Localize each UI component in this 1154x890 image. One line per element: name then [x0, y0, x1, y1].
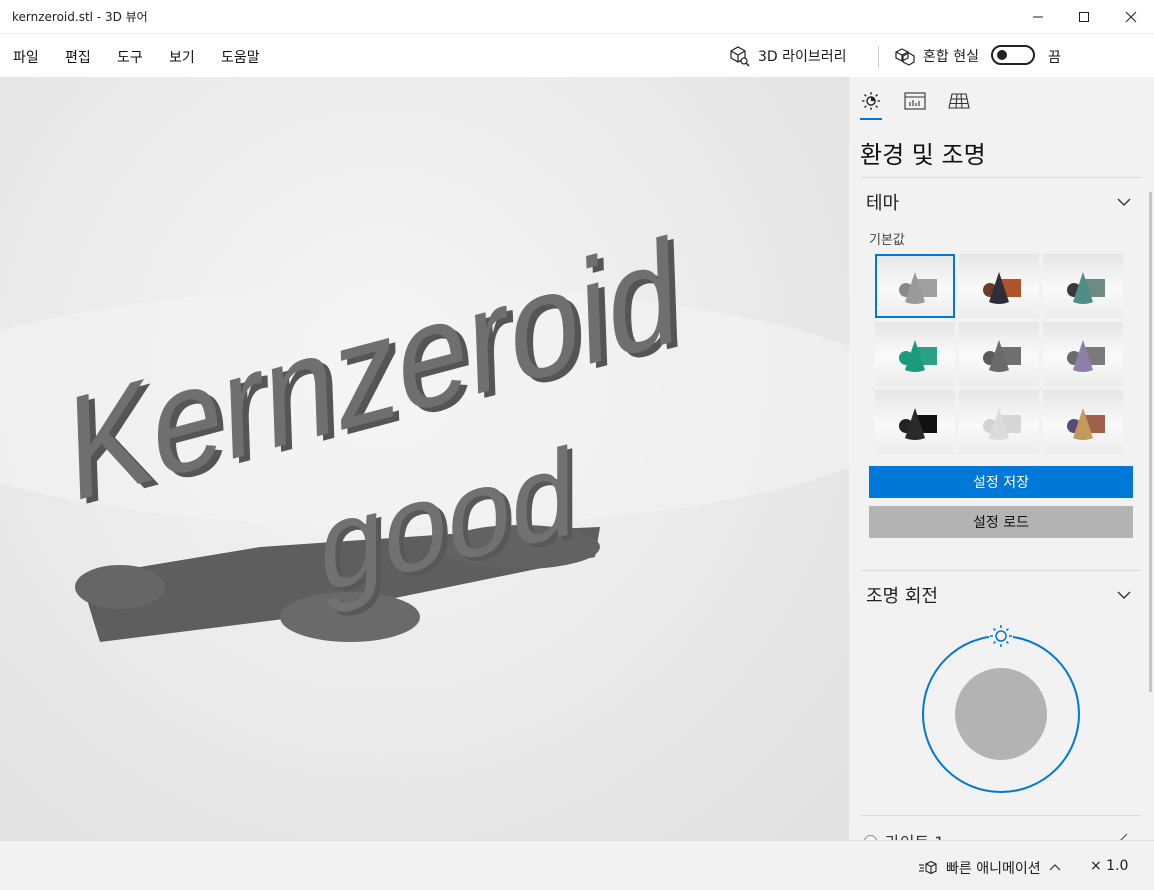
divider	[861, 570, 1141, 571]
menu-edit[interactable]: 편집	[65, 47, 91, 67]
menu-bar: 파일 편집 도구 보기 도움말 3D 라이브러리 혼합 현실 끔	[0, 34, 1154, 77]
tab-grid[interactable]	[945, 89, 973, 113]
sun-icon	[862, 92, 880, 110]
mixed-reality-label: 혼합 현실	[923, 49, 979, 65]
theme-section-title[interactable]: 테마	[866, 189, 899, 215]
maximize-button[interactable]	[1061, 0, 1107, 34]
maximize-icon	[1079, 12, 1089, 22]
3d-model[interactable]: Kernzeroid Kernzeroid good good	[0, 77, 849, 840]
panel-scrollbar[interactable]	[1149, 192, 1152, 692]
mixed-reality-button[interactable]: 혼합 현실	[893, 44, 979, 68]
light-sun-handle[interactable]	[989, 624, 1013, 648]
theme-thumbnail[interactable]	[959, 322, 1039, 386]
divider	[861, 177, 1141, 178]
theme-preview	[899, 340, 937, 372]
light-1-label: 라이트 1	[885, 829, 944, 840]
theme-subtitle: 기본값	[869, 233, 905, 248]
chevron-down-icon[interactable]	[1116, 587, 1132, 603]
minimize-icon	[1033, 16, 1043, 18]
menu-file[interactable]: 파일	[13, 47, 39, 67]
theme-thumbnail[interactable]	[959, 254, 1039, 318]
theme-thumbnail[interactable]	[875, 390, 955, 454]
edit-icon[interactable]	[1117, 832, 1129, 840]
menu-help[interactable]: 도움말	[221, 47, 260, 67]
theme-thumbnail[interactable]	[1043, 390, 1123, 454]
theme-thumbnail[interactable]	[1043, 254, 1123, 318]
theme-thumbnail[interactable]	[875, 322, 955, 386]
theme-preview	[1067, 408, 1105, 440]
theme-preview	[983, 408, 1021, 440]
theme-preview	[983, 272, 1021, 304]
environment-panel: 환경 및 조명 테마 기본값 설정 저장 설정 로드 조명 회전 라이트 1	[849, 77, 1154, 840]
close-icon	[1125, 11, 1137, 23]
theme-thumbnail[interactable]	[959, 390, 1039, 454]
theme-preview	[1067, 272, 1105, 304]
theme-grid	[875, 254, 1123, 454]
animation-cube-icon	[919, 860, 937, 875]
close-button[interactable]	[1108, 0, 1154, 34]
theme-thumbnail[interactable]	[875, 254, 955, 318]
toggle-knob	[997, 50, 1007, 60]
menu-view[interactable]: 보기	[169, 47, 195, 67]
mixed-reality-toggle[interactable]	[991, 45, 1035, 65]
animation-label: 빠른 애니메이션	[946, 861, 1041, 877]
grid-icon	[948, 93, 970, 109]
theme-preview	[983, 340, 1021, 372]
stats-icon	[904, 92, 926, 110]
active-tab-indicator	[860, 118, 882, 120]
mixed-reality-state: 끔	[1048, 50, 1061, 66]
light-sphere	[955, 668, 1047, 760]
3d-viewport[interactable]: Kernzeroid Kernzeroid good good	[0, 77, 849, 840]
3d-library-label: 3D 라이브러리	[758, 49, 847, 65]
theme-preview	[899, 272, 937, 304]
chevron-up-icon	[1049, 864, 1061, 871]
status-bar: 빠른 애니메이션 × 1.0	[0, 840, 1154, 890]
lighting-section-title[interactable]: 조명 회전	[866, 582, 938, 608]
theme-thumbnail[interactable]	[1043, 322, 1123, 386]
menu-tools[interactable]: 도구	[117, 47, 143, 67]
theme-preview	[1067, 340, 1105, 372]
theme-preview	[899, 408, 937, 440]
load-settings-button[interactable]: 설정 로드	[869, 506, 1133, 538]
tab-environment[interactable]	[857, 89, 885, 113]
mixed-reality-icon	[895, 48, 915, 66]
3d-library-button[interactable]: 3D 라이브러리	[728, 44, 847, 68]
playback-speed[interactable]: × 1.0	[1090, 858, 1128, 874]
save-settings-button[interactable]: 설정 저장	[869, 466, 1133, 498]
light-1-row[interactable]: 라이트 1	[864, 829, 944, 840]
light-rotation-control[interactable]	[917, 617, 1087, 797]
window-title: kernzeroid.stl - 3D 뷰어	[12, 10, 148, 24]
chevron-down-icon[interactable]	[1116, 194, 1132, 210]
tab-statistics[interactable]	[901, 89, 929, 113]
menu-separator	[878, 46, 879, 68]
divider	[861, 815, 1141, 816]
panel-title: 환경 및 조명	[860, 141, 986, 169]
cube-search-icon	[730, 46, 750, 67]
minimize-button[interactable]	[1015, 0, 1061, 34]
title-bar: kernzeroid.stl - 3D 뷰어	[0, 0, 1154, 34]
animation-selector[interactable]: 빠른 애니메이션	[918, 858, 1061, 878]
